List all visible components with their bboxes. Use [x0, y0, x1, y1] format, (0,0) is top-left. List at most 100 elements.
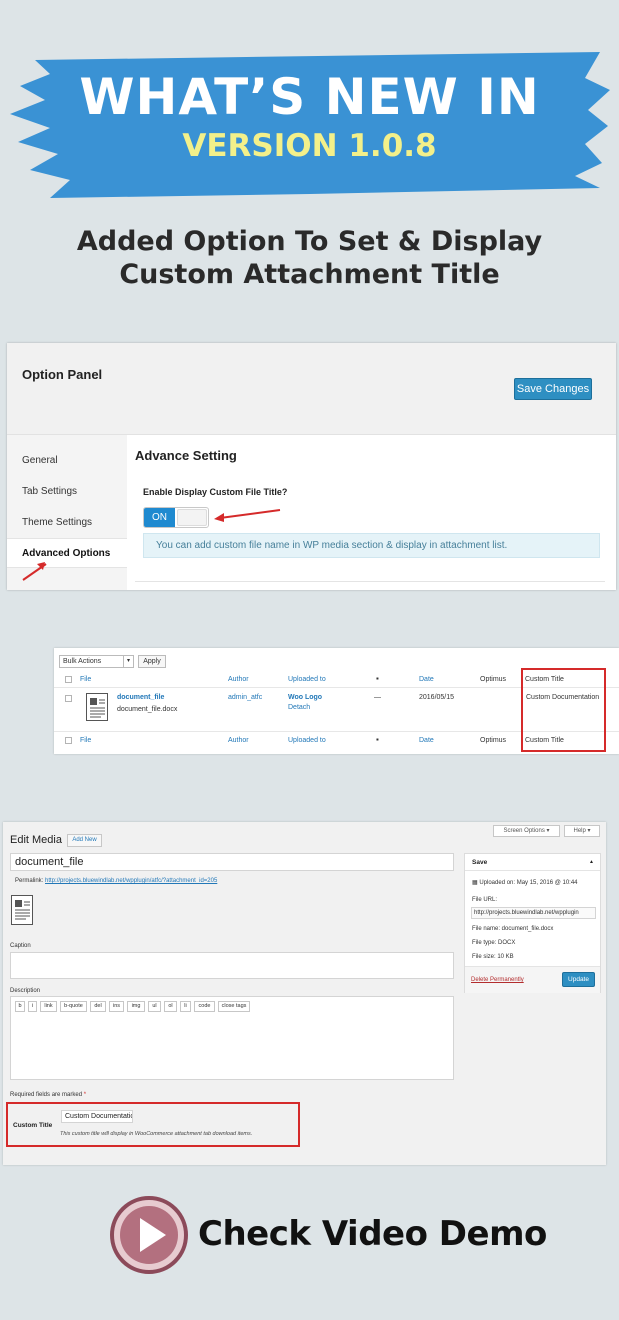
play-triangle-icon	[140, 1218, 166, 1252]
permalink-label: Permalink:	[15, 878, 44, 884]
column-date[interactable]: Date	[419, 676, 434, 683]
column-optimus: Optimus	[480, 737, 507, 744]
required-star: *	[83, 1092, 87, 1098]
file-name: document_file.docx	[117, 706, 178, 713]
quicktag-link[interactable]: link	[40, 1001, 57, 1012]
file-url-label: File URL:	[472, 897, 498, 903]
info-message: You can add custom file name in WP media…	[143, 533, 600, 558]
comment-bubble-icon: ▪	[376, 735, 379, 744]
toggle-on-label: ON	[144, 508, 175, 527]
custom-title-input[interactable]: Custom Documentatic	[61, 1110, 133, 1123]
comments-count: —	[374, 694, 381, 701]
description-label: Description	[10, 988, 41, 994]
custom-title-highlight	[521, 668, 606, 752]
help-button[interactable]: Help ▾	[564, 825, 600, 837]
red-arrow-icon	[214, 509, 281, 522]
custom-title-label: Custom Title	[13, 1122, 53, 1129]
select-all-checkbox[interactable]	[65, 676, 72, 683]
banner-version: VERSION 1.0.8	[182, 128, 437, 164]
add-new-button[interactable]: Add New	[67, 834, 102, 847]
caption-textarea[interactable]	[10, 952, 454, 979]
toggle-knob	[177, 509, 207, 526]
enable-custom-title-label: Enable Display Custom File Title?	[143, 487, 288, 497]
save-heading: Save	[472, 859, 488, 866]
file-title-link[interactable]: document_file	[117, 694, 164, 701]
uploaded-on-text: Uploaded on: May 15, 2016 @ 10:44	[479, 880, 578, 886]
select-all-checkbox[interactable]	[65, 737, 72, 744]
option-panel: Option Panel Save Changes General Tab Se…	[7, 343, 616, 590]
delete-permanently-link[interactable]: Delete Permanently	[471, 977, 524, 983]
required-note: Required fields are marked *	[10, 1092, 86, 1098]
column-date[interactable]: Date	[419, 737, 434, 744]
document-icon	[11, 895, 33, 925]
calendar-icon: ▦	[472, 880, 478, 886]
quicktag-code[interactable]: code	[194, 1001, 215, 1012]
quicktag-b-quote[interactable]: b-quote	[60, 1001, 87, 1012]
column-author[interactable]: Author	[228, 676, 249, 683]
save-metabox: Save ▲ ▦ Uploaded on: May 15, 2016 @ 10:4…	[464, 853, 601, 993]
media-library-list: Bulk Actions ▾ Apply File Author Uploaded…	[54, 648, 619, 754]
column-file[interactable]: File	[80, 676, 91, 683]
quicktag-li[interactable]: li	[180, 1001, 191, 1012]
quicktag-i[interactable]: i	[28, 1001, 37, 1012]
document-icon	[86, 693, 108, 721]
permalink-url[interactable]: http://projects.bluewindlab.net/wpplugin…	[45, 878, 217, 884]
column-file[interactable]: File	[80, 737, 91, 744]
media-title-input[interactable]: document_file	[10, 853, 454, 871]
bulk-actions-label: Bulk Actions	[63, 658, 102, 665]
custom-title-help: This custom title will display in WooCom…	[60, 1131, 253, 1137]
option-panel-title: Option Panel	[22, 367, 103, 382]
caption-label: Caption	[10, 943, 31, 949]
page-title: Edit Media	[10, 834, 62, 846]
custom-title-field-highlight: Custom Title Custom Documentatic This cu…	[6, 1102, 300, 1147]
quicktag-ins[interactable]: ins	[109, 1001, 124, 1012]
section-title: Advance Setting	[135, 448, 237, 463]
column-author[interactable]: Author	[228, 737, 249, 744]
file-size: File size: 10 KB	[472, 954, 514, 960]
play-icon	[120, 1206, 178, 1264]
update-button[interactable]: Update	[562, 972, 595, 987]
detach-link[interactable]: Detach	[288, 704, 310, 711]
sidebar-item-advanced-options[interactable]: Advanced Options	[22, 548, 110, 559]
red-arrow-icon	[22, 562, 47, 581]
custom-title-toggle[interactable]: ON	[143, 507, 209, 528]
permalink: Permalink: http://projects.bluewindlab.n…	[15, 878, 217, 884]
apply-button[interactable]: Apply	[138, 655, 166, 668]
quicktag-del[interactable]: del	[90, 1001, 106, 1012]
quicktag-ol[interactable]: ol	[164, 1001, 177, 1012]
feature-headline-line1: Added Option To Set & Display	[76, 226, 543, 257]
column-uploaded-to[interactable]: Uploaded to	[288, 737, 326, 744]
file-type: File type: DOCX	[472, 940, 516, 946]
divider	[135, 581, 605, 582]
quicktag-close-tags[interactable]: close tags	[218, 1001, 250, 1012]
save-metabox-footer: Delete Permanently Update	[465, 966, 600, 993]
description-editor[interactable]: b i link b-quote del ins img ul ol li co…	[10, 996, 454, 1080]
file-url-input[interactable]: http://projects.bluewindlab.net/wpplugin	[471, 907, 596, 919]
uploaded-on: ▦ Uploaded on: May 15, 2016 @ 10:44	[472, 879, 578, 886]
play-button[interactable]	[110, 1196, 188, 1274]
chevron-down-icon: ▾	[123, 656, 133, 667]
column-optimus: Optimus	[480, 676, 507, 683]
check-video-demo-link[interactable]: Check Video Demo	[198, 1214, 547, 1254]
quicktag-img[interactable]: img	[127, 1001, 145, 1012]
sidebar-item-tab-settings[interactable]: Tab Settings	[22, 486, 77, 497]
feature-headline: Added Option To Set & Display Custom Att…	[0, 225, 619, 291]
uploaded-to-link[interactable]: Woo Logo	[288, 694, 322, 701]
save-changes-button[interactable]: Save Changes	[514, 378, 592, 400]
column-uploaded-to[interactable]: Uploaded to	[288, 676, 326, 683]
quicktag-b[interactable]: b	[15, 1001, 25, 1012]
option-panel-header: Option Panel Save Changes	[7, 343, 616, 435]
collapse-arrow-icon[interactable]: ▲	[589, 854, 594, 871]
file-name: File name: document_file.docx	[472, 926, 554, 932]
edit-media-screen: Edit Media Add New Screen Options ▾ Help…	[3, 822, 606, 1165]
bulk-actions-select[interactable]: Bulk Actions ▾	[59, 655, 134, 668]
banner-title: WHAT’S NEW IN	[79, 68, 540, 126]
author-link[interactable]: admin_atfc	[228, 694, 262, 701]
quicktag-ul[interactable]: ul	[148, 1001, 161, 1012]
sidebar-item-theme-settings[interactable]: Theme Settings	[22, 517, 92, 528]
row-checkbox[interactable]	[65, 695, 72, 702]
screen-options-button[interactable]: Screen Options ▾	[493, 825, 560, 837]
sidebar-item-general[interactable]: General	[22, 455, 58, 466]
save-metabox-title: Save ▲	[465, 854, 600, 871]
upload-date: 2016/05/15	[419, 694, 455, 701]
